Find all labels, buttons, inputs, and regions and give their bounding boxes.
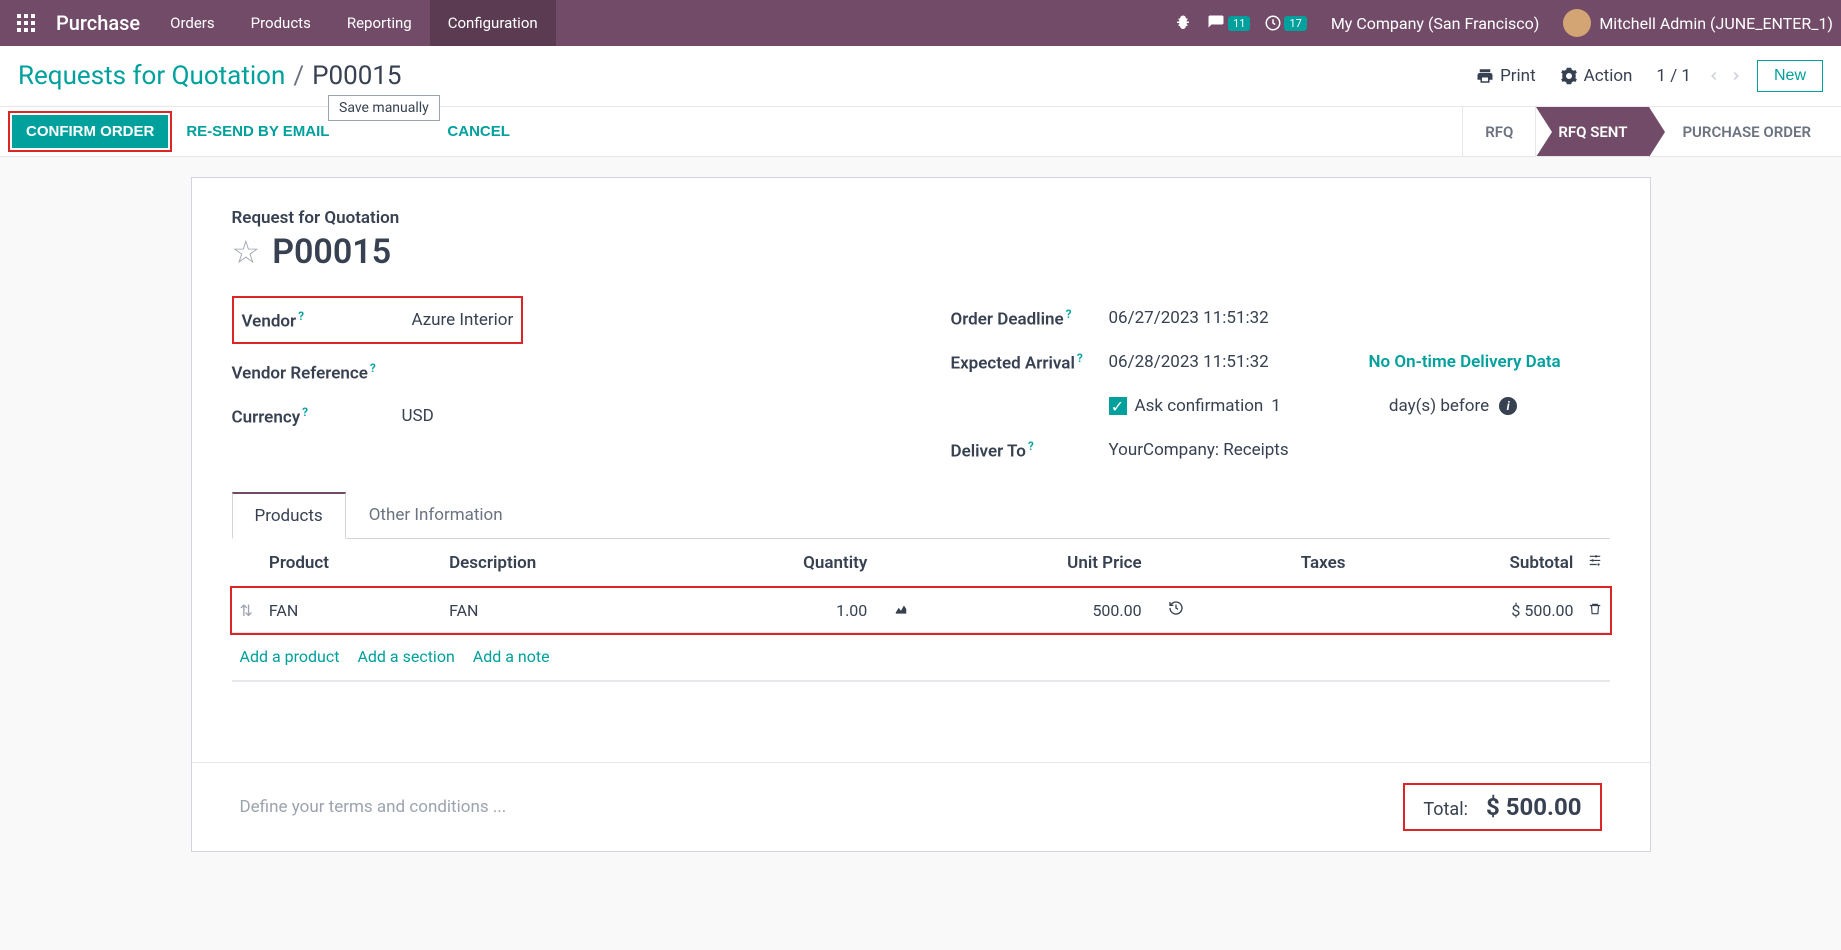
deliver-value[interactable]: YourCompany: Receipts bbox=[1109, 440, 1289, 460]
table-row[interactable]: ⇅ FAN FAN 1.00 500.00 $ 500.00 bbox=[232, 588, 1610, 633]
status-purchase-order[interactable]: PURCHASE ORDER bbox=[1649, 107, 1833, 156]
priority-star-icon[interactable]: ☆ bbox=[232, 233, 261, 271]
ask-label: Ask confirmation bbox=[1135, 396, 1264, 416]
vendor-ref-label: Vendor Reference? bbox=[232, 361, 402, 384]
cell-description[interactable]: FAN bbox=[441, 588, 685, 633]
form-card: Request for Quotation ☆ P00015 Vendor? A… bbox=[191, 177, 1651, 852]
info-icon[interactable]: i bbox=[1499, 397, 1517, 415]
status-bar: Save manually CONFIRM ORDER RE-SEND BY E… bbox=[0, 107, 1841, 157]
terms-input[interactable]: Define your terms and conditions ... bbox=[240, 797, 507, 817]
help-icon[interactable]: ? bbox=[370, 361, 376, 375]
tab-products[interactable]: Products bbox=[232, 492, 346, 539]
breadcrumb-separator: / bbox=[285, 61, 312, 91]
ontime-link[interactable]: No On-time Delivery Data bbox=[1369, 352, 1561, 372]
apps-icon[interactable] bbox=[8, 14, 44, 32]
tab-other-info[interactable]: Other Information bbox=[346, 492, 526, 538]
messages-badge: 11 bbox=[1228, 16, 1250, 31]
breadcrumb-bar: Requests for Quotation / P00015 Print Ac… bbox=[0, 46, 1841, 107]
company-switcher[interactable]: My Company (San Francisco) bbox=[1321, 14, 1550, 33]
order-lines-table: Product Description Quantity Unit Price … bbox=[232, 539, 1610, 742]
currency-label: Currency? bbox=[232, 405, 402, 428]
breadcrumb-parent[interactable]: Requests for Quotation bbox=[18, 61, 285, 91]
deadline-value[interactable]: 06/27/2023 11:51:32 bbox=[1109, 308, 1269, 328]
print-button[interactable]: Print bbox=[1464, 66, 1548, 86]
new-button[interactable]: New bbox=[1757, 60, 1823, 92]
help-icon[interactable]: ? bbox=[298, 309, 304, 323]
messages-icon[interactable]: 11 bbox=[1206, 14, 1250, 32]
resend-email-button[interactable]: RE-SEND BY EMAIL bbox=[172, 115, 343, 148]
username: Mitchell Admin (JUNE_ENTER_1) bbox=[1599, 14, 1833, 33]
col-product: Product bbox=[261, 539, 441, 588]
confirm-order-button[interactable]: CONFIRM ORDER bbox=[12, 115, 168, 148]
cell-quantity[interactable]: 1.00 bbox=[685, 588, 875, 633]
help-icon[interactable]: ? bbox=[1066, 307, 1072, 321]
nav-orders[interactable]: Orders bbox=[152, 0, 233, 46]
app-title[interactable]: Purchase bbox=[44, 11, 152, 35]
ask-suffix: day(s) before bbox=[1389, 396, 1489, 416]
deliver-label: Deliver To? bbox=[951, 439, 1109, 462]
delete-icon[interactable] bbox=[1588, 601, 1602, 620]
activities-icon[interactable]: 17 bbox=[1264, 14, 1306, 32]
pager: 1 / 1 bbox=[1644, 66, 1703, 86]
forecast-icon[interactable] bbox=[893, 601, 909, 620]
cell-unit-price[interactable]: 500.00 bbox=[935, 588, 1149, 633]
col-quantity: Quantity bbox=[685, 539, 875, 588]
history-icon[interactable] bbox=[1168, 601, 1184, 620]
doc-title: P00015 bbox=[272, 232, 391, 272]
expected-label: Expected Arrival? bbox=[951, 351, 1109, 374]
drag-handle-icon[interactable]: ⇅ bbox=[240, 601, 253, 620]
highlight-confirm: CONFIRM ORDER bbox=[8, 111, 172, 152]
nav-configuration[interactable]: Configuration bbox=[430, 0, 556, 46]
nav-reporting[interactable]: Reporting bbox=[329, 0, 430, 46]
total-label: Total: bbox=[1423, 799, 1468, 820]
breadcrumb-current: P00015 bbox=[312, 61, 401, 91]
help-icon[interactable]: ? bbox=[1077, 351, 1083, 365]
vendor-label: Vendor? bbox=[242, 309, 412, 332]
user-menu[interactable]: Mitchell Admin (JUNE_ENTER_1) bbox=[1563, 9, 1833, 37]
action-button[interactable]: Action bbox=[1548, 66, 1645, 86]
cell-product[interactable]: FAN bbox=[261, 588, 441, 633]
save-tooltip: Save manually bbox=[328, 95, 440, 121]
top-nav: Purchase Orders Products Reporting Confi… bbox=[0, 0, 1841, 46]
col-taxes: Taxes bbox=[1210, 539, 1354, 588]
total-value: $ 500.00 bbox=[1486, 793, 1582, 821]
cell-subtotal: $ 500.00 bbox=[1354, 588, 1610, 633]
col-unit-price: Unit Price bbox=[935, 539, 1149, 588]
ask-confirmation-checkbox[interactable]: ✓ bbox=[1109, 397, 1127, 415]
deadline-label: Order Deadline? bbox=[951, 307, 1109, 330]
expected-value[interactable]: 06/28/2023 11:51:32 bbox=[1109, 352, 1369, 372]
add-note-link[interactable]: Add a note bbox=[473, 647, 550, 666]
doc-subtitle: Request for Quotation bbox=[232, 208, 1610, 228]
add-product-link[interactable]: Add a product bbox=[240, 647, 340, 666]
tabs: Products Other Information bbox=[232, 492, 1610, 539]
vendor-value[interactable]: Azure Interior bbox=[412, 310, 514, 330]
col-description: Description bbox=[441, 539, 685, 588]
status-rfq[interactable]: RFQ bbox=[1462, 107, 1535, 156]
add-section-link[interactable]: Add a section bbox=[357, 647, 454, 666]
debug-icon[interactable] bbox=[1174, 14, 1192, 32]
col-subtotal: Subtotal bbox=[1354, 539, 1610, 588]
cell-taxes[interactable] bbox=[1210, 588, 1354, 633]
total-box: Total: $ 500.00 bbox=[1403, 783, 1601, 831]
settings-icon[interactable] bbox=[1588, 553, 1602, 573]
currency-value[interactable]: USD bbox=[402, 406, 434, 426]
terms-row: Define your terms and conditions ... Tot… bbox=[192, 762, 1650, 851]
help-icon[interactable]: ? bbox=[302, 405, 308, 419]
activities-badge: 17 bbox=[1284, 16, 1306, 31]
avatar-icon bbox=[1563, 9, 1591, 37]
pager-prev-icon[interactable] bbox=[1703, 69, 1725, 83]
cancel-button[interactable]: CANCEL bbox=[433, 115, 524, 148]
ask-days[interactable]: 1 bbox=[1263, 396, 1289, 416]
help-icon[interactable]: ? bbox=[1028, 439, 1034, 453]
pager-next-icon[interactable] bbox=[1725, 69, 1747, 83]
status-rfq-sent[interactable]: RFQ SENT bbox=[1535, 107, 1649, 156]
status-steps: RFQ RFQ SENT PURCHASE ORDER bbox=[1462, 107, 1833, 156]
nav-products[interactable]: Products bbox=[233, 0, 329, 46]
